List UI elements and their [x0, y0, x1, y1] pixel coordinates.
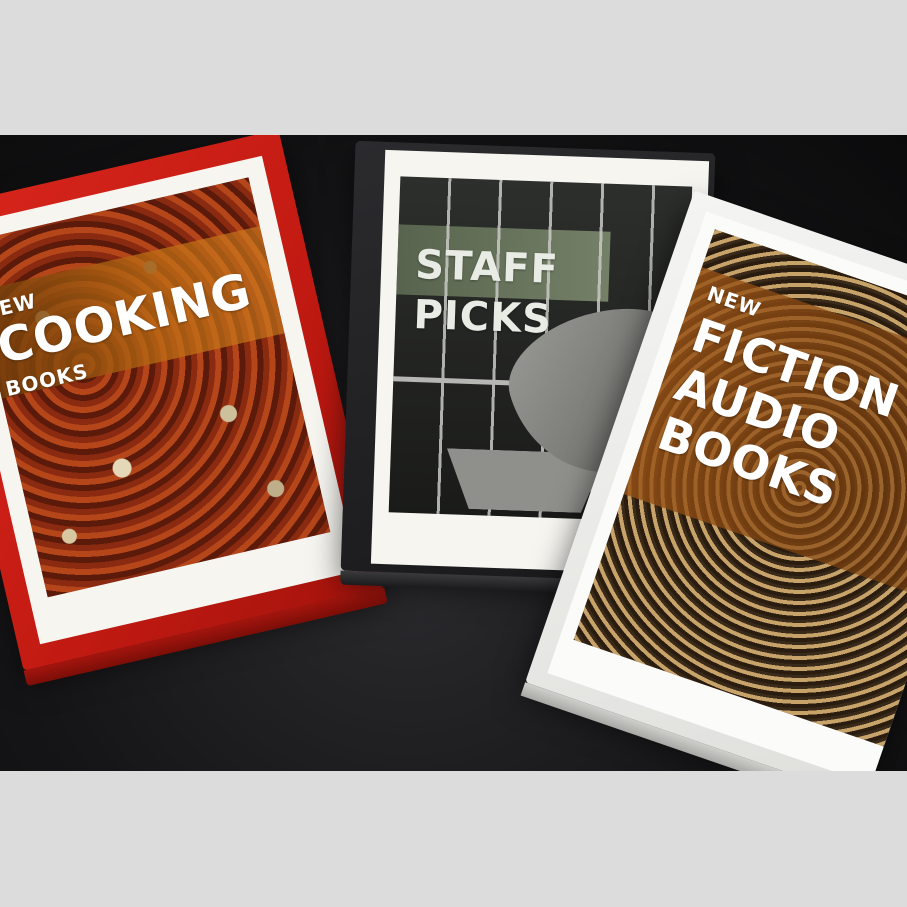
image-frame: NEW COOKING BOOKS STAFF PICKS NEW FICTIO…: [0, 0, 907, 907]
food-photo-art: NEW COOKING BOOKS: [0, 177, 331, 598]
cover-sheet: NEW COOKING BOOKS: [0, 155, 358, 645]
red-binder-cooking-books: NEW COOKING BOOKS: [0, 135, 388, 687]
photo: NEW COOKING BOOKS STAFF PICKS NEW FICTIO…: [0, 135, 907, 771]
cover-title-line: STAFF: [414, 242, 560, 294]
cover-title-line: PICKS: [412, 291, 553, 343]
